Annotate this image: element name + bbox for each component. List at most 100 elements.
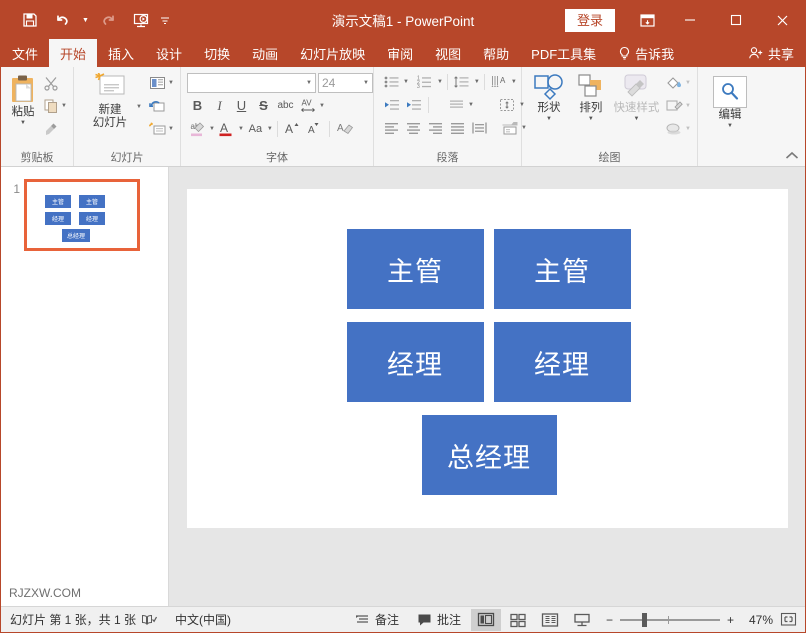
zoom-percentage[interactable]: 47% bbox=[741, 613, 773, 627]
bold-button[interactable]: B bbox=[187, 95, 208, 116]
decrease-font-size-button[interactable]: A bbox=[304, 118, 325, 139]
tab-review[interactable]: 审阅 bbox=[376, 39, 424, 67]
copy-button[interactable]: ▼ bbox=[41, 95, 69, 117]
convert-to-smartart-button[interactable] bbox=[499, 117, 520, 138]
save-icon[interactable] bbox=[15, 6, 45, 34]
minimize-button[interactable] bbox=[667, 1, 713, 39]
layout-button[interactable]: ▼ bbox=[147, 72, 176, 94]
font-color-caret-icon[interactable]: ▼ bbox=[238, 126, 244, 132]
shapes-button[interactable]: 形状 ▼ bbox=[528, 70, 570, 123]
paste-caret-icon[interactable]: ▼ bbox=[20, 119, 26, 127]
sign-in-button[interactable]: 登录 bbox=[565, 9, 615, 32]
align-right-button[interactable] bbox=[425, 117, 446, 138]
shape-manager-right[interactable]: 经理 bbox=[494, 322, 631, 402]
shape-outline-button[interactable]: ▼ bbox=[663, 95, 693, 117]
shape-effects-button[interactable]: ▼ bbox=[663, 118, 693, 140]
paste-button[interactable]: 粘贴 ▼ bbox=[5, 70, 41, 127]
customize-quick-access-icon[interactable] bbox=[158, 6, 171, 34]
increase-font-size-button[interactable]: A bbox=[282, 118, 303, 139]
text-direction-button[interactable]: A bbox=[489, 71, 510, 92]
tab-insert[interactable]: 插入 bbox=[97, 39, 145, 67]
editing-caret-icon[interactable]: ▼ bbox=[727, 122, 733, 130]
editing-button[interactable]: 编辑 ▼ bbox=[707, 73, 753, 130]
share-button[interactable]: 共享 bbox=[737, 39, 805, 67]
shapes-caret-icon[interactable]: ▼ bbox=[546, 115, 552, 123]
italic-button[interactable]: I bbox=[209, 95, 230, 116]
change-case-button[interactable]: Aa bbox=[245, 118, 266, 139]
font-name-input[interactable]: ▼ bbox=[187, 73, 316, 93]
columns-button[interactable] bbox=[446, 94, 467, 115]
ribbon-display-options-icon[interactable] bbox=[627, 1, 667, 39]
align-text-button[interactable] bbox=[497, 94, 518, 115]
collapse-ribbon-icon[interactable] bbox=[785, 151, 799, 164]
notes-button[interactable]: 备注 bbox=[346, 607, 408, 633]
slide-count-status[interactable]: 幻灯片 第 1 张，共 1 张 bbox=[1, 607, 166, 633]
tab-slideshow[interactable]: 幻灯片放映 bbox=[289, 39, 376, 67]
distributed-button[interactable] bbox=[469, 117, 490, 138]
text-highlight-caret-icon[interactable]: ▼ bbox=[209, 126, 215, 132]
text-highlight-button[interactable]: ab bbox=[187, 118, 208, 139]
decrease-indent-button[interactable] bbox=[381, 94, 402, 115]
undo-icon[interactable] bbox=[47, 6, 77, 34]
maximize-button[interactable] bbox=[713, 1, 759, 39]
reset-button[interactable] bbox=[147, 95, 176, 117]
zoom-out-button[interactable]: − bbox=[606, 613, 613, 627]
font-name-caret-icon[interactable]: ▼ bbox=[306, 80, 312, 86]
align-center-button[interactable] bbox=[403, 117, 424, 138]
copy-caret-icon[interactable]: ▼ bbox=[61, 103, 67, 109]
change-case-caret-icon[interactable]: ▼ bbox=[267, 126, 273, 132]
text-direction-caret-icon[interactable]: ▼ bbox=[511, 79, 517, 85]
slide-sorter-view-button[interactable] bbox=[503, 609, 533, 631]
shape-general-manager[interactable]: 总经理 bbox=[422, 415, 557, 495]
section-button[interactable]: ▼ bbox=[147, 118, 176, 140]
line-spacing-caret-icon[interactable]: ▼ bbox=[474, 79, 480, 85]
format-painter-button[interactable] bbox=[41, 118, 69, 140]
line-spacing-button[interactable] bbox=[452, 71, 473, 92]
columns-caret-icon[interactable]: ▼ bbox=[468, 102, 474, 108]
tab-file[interactable]: 文件 bbox=[1, 39, 49, 67]
increase-indent-button[interactable] bbox=[403, 94, 424, 115]
bullet-list-caret-icon[interactable]: ▼ bbox=[403, 79, 409, 85]
tab-tell-me[interactable]: 告诉我 bbox=[607, 39, 685, 67]
language-status[interactable]: 中文(中国) bbox=[166, 607, 240, 633]
shape-supervisor-left[interactable]: 主管 bbox=[347, 229, 484, 309]
text-shadow-button[interactable]: abc bbox=[275, 95, 296, 116]
bullet-list-button[interactable] bbox=[381, 71, 402, 92]
slideshow-view-button[interactable] bbox=[567, 609, 597, 631]
font-size-caret-icon[interactable]: ▼ bbox=[363, 80, 369, 86]
comments-button[interactable]: 批注 bbox=[408, 607, 470, 633]
layout-caret-icon[interactable]: ▼ bbox=[168, 80, 174, 86]
section-caret-icon[interactable]: ▼ bbox=[168, 126, 174, 132]
notes-pane-collapsed[interactable] bbox=[169, 580, 805, 606]
justify-button[interactable] bbox=[447, 117, 468, 138]
tab-design[interactable]: 设计 bbox=[145, 39, 193, 67]
align-left-button[interactable] bbox=[381, 117, 402, 138]
numbered-list-button[interactable]: 123 bbox=[415, 71, 436, 92]
arrange-button[interactable]: 排列 ▼ bbox=[570, 70, 612, 123]
tab-transitions[interactable]: 切换 bbox=[193, 39, 241, 67]
font-color-button[interactable]: A bbox=[216, 118, 237, 139]
shape-supervisor-right[interactable]: 主管 bbox=[494, 229, 631, 309]
strikethrough-button[interactable]: S bbox=[253, 95, 274, 116]
tab-pdf-toolkit[interactable]: PDF工具集 bbox=[520, 39, 607, 67]
zoom-in-button[interactable]: + bbox=[727, 613, 734, 627]
normal-view-button[interactable] bbox=[471, 609, 501, 631]
thumbnail-list-item[interactable]: 1 主管 主管 经理 经理 总经理 bbox=[1, 179, 168, 251]
zoom-control[interactable]: − + 47% bbox=[598, 612, 805, 627]
zoom-slider-thumb[interactable] bbox=[642, 613, 647, 627]
tab-home[interactable]: 开始 bbox=[49, 39, 97, 67]
font-size-input[interactable]: 24 ▼ bbox=[318, 73, 373, 93]
slide-thumbnail-pane[interactable]: 1 主管 主管 经理 经理 总经理 RJZXW.COM bbox=[1, 167, 169, 606]
new-slide-caret-icon[interactable]: ▼ bbox=[136, 104, 142, 110]
cut-button[interactable] bbox=[41, 72, 69, 94]
arrange-caret-icon[interactable]: ▼ bbox=[588, 115, 594, 123]
shape-manager-left[interactable]: 经理 bbox=[347, 322, 484, 402]
character-spacing-caret-icon[interactable]: ▼ bbox=[319, 103, 325, 109]
tab-animations[interactable]: 动画 bbox=[241, 39, 289, 67]
slide-thumbnail-1[interactable]: 主管 主管 经理 经理 总经理 bbox=[24, 179, 140, 251]
proofing-icon[interactable] bbox=[141, 613, 157, 627]
tab-help[interactable]: 帮助 bbox=[472, 39, 520, 67]
slide-canvas[interactable]: 主管 主管 经理 经理 总经理 bbox=[187, 189, 788, 528]
clear-formatting-button[interactable]: A bbox=[334, 118, 355, 139]
close-button[interactable] bbox=[759, 1, 805, 39]
